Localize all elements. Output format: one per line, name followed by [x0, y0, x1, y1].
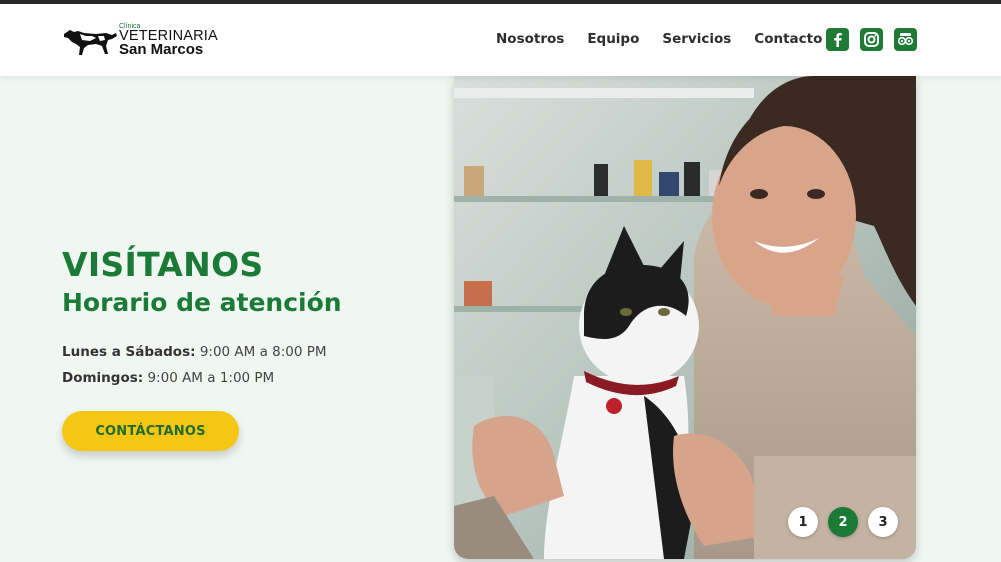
nav-item-contacto[interactable]: Contacto	[754, 31, 822, 47]
carousel-pagination: 1 2 3	[788, 507, 898, 537]
carousel-page-1[interactable]: 1	[788, 507, 818, 537]
brand-logo[interactable]: Clínica VETERINARIA San Marcos	[62, 22, 218, 58]
nav-item-servicios[interactable]: Servicios	[662, 31, 731, 47]
hero-photo	[454, 76, 916, 559]
nav-item-nosotros[interactable]: Nosotros	[496, 31, 564, 47]
opening-hours: Lunes a Sábados: 9:00 AM a 8:00 PM Domin…	[62, 339, 422, 391]
site-header: Clínica VETERINARIA San Marcos Nosotros …	[0, 4, 1001, 76]
carousel-page-3[interactable]: 3	[868, 507, 898, 537]
nav-item-equipo[interactable]: Equipo	[587, 31, 639, 47]
dog-logo-icon	[64, 30, 117, 55]
hours-row: Lunes a Sábados: 9:00 AM a 8:00 PM	[62, 339, 422, 365]
hours-days: Lunes a Sábados:	[62, 344, 196, 360]
tripadvisor-icon[interactable]	[894, 28, 917, 51]
main-nav: Nosotros Equipo Servicios Contacto	[496, 31, 845, 47]
hero-title: VISÍTANOS	[62, 245, 264, 284]
vet-with-cat-image	[454, 76, 916, 559]
hours-days: Domingos:	[62, 370, 144, 386]
instagram-icon[interactable]	[860, 28, 883, 51]
brand-line-2: San Marcos	[119, 41, 204, 58]
hours-time: 9:00 AM a 8:00 PM	[199, 344, 327, 360]
hours-row: Domingos: 9:00 AM a 1:00 PM	[62, 365, 422, 391]
carousel-page-2[interactable]: 2	[828, 507, 858, 537]
social-links	[826, 28, 917, 51]
hours-time: 9:00 AM a 1:00 PM	[147, 370, 275, 386]
hero-subtitle: Horario de atención	[62, 288, 342, 317]
contact-button[interactable]: CONTÁCTANOS	[62, 411, 239, 451]
facebook-icon[interactable]	[826, 28, 849, 51]
hero-text: VISÍTANOS Horario de atención Lunes a Sá…	[62, 245, 422, 391]
